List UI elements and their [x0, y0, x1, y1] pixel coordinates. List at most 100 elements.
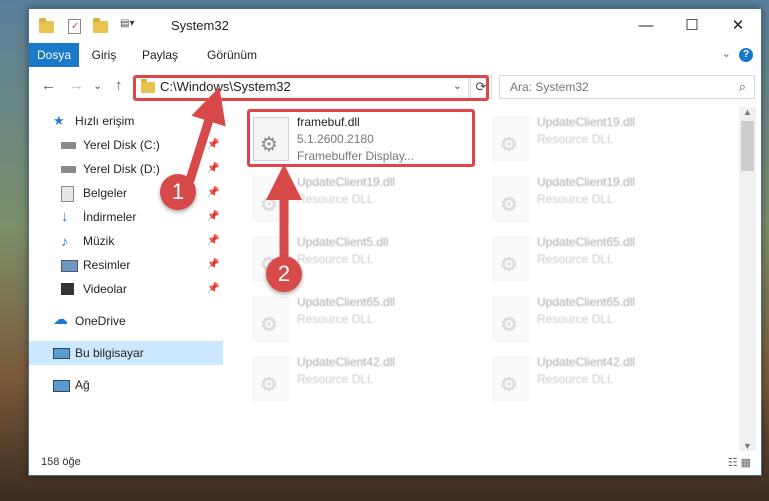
music-icon: ♪ [61, 233, 68, 249]
minimize-button[interactable]: — [623, 9, 669, 43]
sidebar-item-downloads[interactable]: ↓ İndirmeler 📌 [29, 205, 223, 229]
sidebar-item-onedrive[interactable]: ☁ OneDrive [29, 309, 223, 333]
maximize-button[interactable]: ☐ [669, 9, 715, 43]
file-type: Resource DLL [297, 252, 374, 266]
sidebar-item-this-pc[interactable]: Bu bilgisayar [29, 341, 223, 365]
dll-file-icon: ⚙ [493, 357, 529, 401]
sidebar-item-pictures[interactable]: Resimler 📌 [29, 253, 223, 277]
file-item[interactable]: ⚙ UpdateClient65.dll Resource DLL [487, 231, 717, 289]
file-name: UpdateClient19.dll [297, 175, 396, 189]
dll-file-icon: ⚙ [493, 117, 529, 161]
tab-view[interactable]: Görünüm [199, 43, 265, 67]
sidebar-item-network[interactable]: Ağ [29, 373, 223, 397]
back-button[interactable]: ← [41, 77, 56, 94]
dll-file-icon: ⚙ [493, 237, 529, 281]
file-item[interactable]: ⚙ UpdateClient65.dll Resource DLL [247, 291, 477, 349]
file-type: Resource DLL [297, 372, 374, 386]
callout-badge-2: 2 [266, 256, 302, 292]
download-icon: ↓ [61, 208, 69, 225]
folder-icon [39, 18, 54, 33]
expand-ribbon-icon[interactable]: ⌄ [722, 47, 731, 60]
sidebar-item-videos[interactable]: Videolar 📌 [29, 277, 223, 301]
tab-home[interactable]: Giriş [81, 43, 127, 67]
scrollbar-thumb[interactable] [741, 121, 754, 171]
file-name: UpdateClient5.dll [297, 235, 389, 249]
item-count: 158 öğe [41, 456, 81, 468]
explorer-window: ✓ ▤▾ System32 — ☐ ✕ Dosya Giriş Paylaş G… [28, 8, 762, 476]
pin-icon[interactable]: 📌 [207, 253, 219, 277]
star-icon: ★ [53, 113, 65, 128]
pictures-icon [61, 260, 78, 272]
pin-icon[interactable]: 📌 [207, 277, 219, 301]
sidebar-item-label: Videolar [83, 282, 127, 296]
up-button[interactable]: ↑ [115, 77, 123, 94]
search-input[interactable]: Ara: System32 ⌕ [499, 75, 755, 99]
file-item[interactable]: ⚙ UpdateClient42.dll Resource DLL [487, 351, 717, 409]
sidebar-item-label: Yerel Disk (D:) [83, 162, 160, 176]
pin-icon[interactable]: 📌 [207, 181, 219, 205]
sidebar-item-label: Resimler [83, 258, 131, 272]
sidebar-item-local-disk-c[interactable]: Yerel Disk (C:) 📌 [29, 133, 223, 157]
customize-toolbar-icon[interactable]: ▤▾ [120, 18, 136, 34]
dll-file-icon: ⚙ [253, 357, 289, 401]
navigation-pane: ★ Hızlı erişim Yerel Disk (C:) 📌 Yerel D… [29, 107, 225, 451]
file-name: UpdateClient42.dll [297, 355, 396, 369]
file-item[interactable]: ⚙ UpdateClient65.dll Resource DLL [487, 291, 717, 349]
sidebar-item-music[interactable]: ♪ Müzik 📌 [29, 229, 223, 253]
status-bar: 158 öğe ☷ ▦ [29, 451, 761, 475]
sidebar-item-label: İndirmeler [83, 210, 137, 224]
callout-badge-1: 1 [160, 174, 196, 210]
quick-access-toolbar: ✓ ▤▾ [39, 18, 144, 34]
dll-file-icon: ⚙ [253, 297, 289, 341]
file-type: Resource DLL [537, 312, 614, 326]
file-item[interactable]: ⚙ UpdateClient19.dll Resource DLL [487, 171, 717, 229]
computer-icon [53, 348, 70, 359]
pin-icon[interactable]: 📌 [207, 205, 219, 229]
dll-file-icon: ⚙ [253, 177, 289, 221]
vertical-scrollbar[interactable]: ▲ ▼ [739, 107, 756, 451]
address-highlight [133, 75, 489, 101]
pin-icon[interactable]: 📌 [207, 157, 219, 181]
new-folder-icon[interactable] [93, 18, 108, 33]
search-icon: ⌕ [738, 79, 746, 94]
sidebar-item-quick-access[interactable]: ★ Hızlı erişim [29, 109, 223, 133]
drive-icon [61, 166, 76, 173]
file-name: UpdateClient42.dll [537, 355, 636, 369]
scroll-down-icon[interactable]: ▼ [743, 441, 752, 451]
file-name: UpdateClient19.dll [537, 115, 636, 129]
cloud-icon: ☁ [53, 311, 68, 328]
properties-icon[interactable]: ✓ [68, 18, 81, 34]
pin-icon[interactable]: 📌 [207, 229, 219, 253]
file-name: UpdateClient65.dll [537, 235, 636, 249]
help-icon[interactable]: ? [739, 48, 753, 62]
file-type: Resource DLL [537, 132, 614, 146]
file-type: Resource DLL [297, 312, 374, 326]
file-name: UpdateClient65.dll [537, 295, 636, 309]
title-bar: ✓ ▤▾ System32 — ☐ ✕ [29, 9, 761, 43]
sidebar-item-label: Belgeler [83, 186, 128, 200]
dll-file-icon: ⚙ [493, 177, 529, 221]
file-item[interactable]: ⚙ UpdateClient19.dll Resource DLL [247, 171, 477, 229]
file-type: Resource DLL [537, 192, 614, 206]
pin-icon[interactable]: 📌 [207, 133, 219, 157]
documents-icon [61, 186, 74, 202]
recent-locations-button[interactable]: ⌄ [93, 79, 102, 92]
sidebar-item-local-disk-d[interactable]: Yerel Disk (D:) 📌 [29, 157, 223, 181]
file-item[interactable]: ⚙ UpdateClient19.dll Resource DLL [487, 111, 717, 169]
sidebar-item-label: Müzik [83, 234, 115, 248]
forward-button[interactable]: → [69, 77, 84, 94]
tab-share[interactable]: Paylaş [133, 43, 187, 67]
file-item[interactable]: ⚙ UpdateClient42.dll Resource DLL [247, 351, 477, 409]
view-toggle-icons[interactable]: ☷ ▦ [728, 456, 751, 469]
scroll-up-icon[interactable]: ▲ [743, 107, 752, 117]
file-type: Resource DLL [297, 192, 374, 206]
file-name: UpdateClient19.dll [537, 175, 636, 189]
close-button[interactable]: ✕ [715, 9, 761, 43]
sidebar-item-label: Ağ [75, 378, 90, 392]
sidebar-item-label: Hızlı erişim [75, 114, 135, 128]
dll-file-icon: ⚙ [493, 297, 529, 341]
sidebar-item-label: Bu bilgisayar [75, 346, 144, 360]
navigation-bar: ← → ⌄ ↑ C:\Windows\System32 ⌄ ⟳ Ara: Sys… [29, 67, 761, 107]
file-name: UpdateClient65.dll [297, 295, 396, 309]
drive-icon [61, 142, 76, 149]
